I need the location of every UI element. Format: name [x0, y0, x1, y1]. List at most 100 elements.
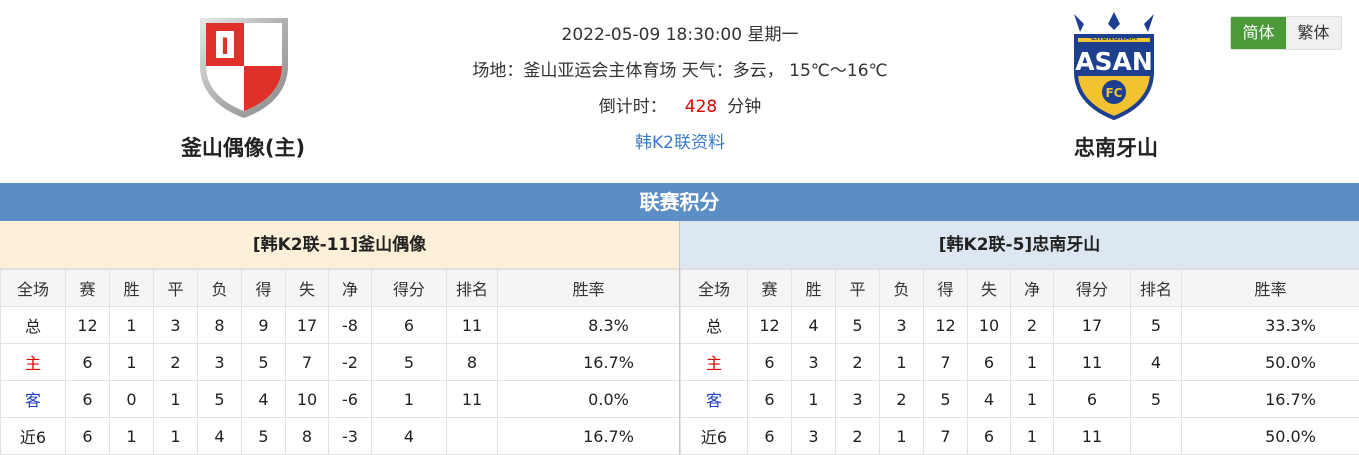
column-header: 排名: [1130, 269, 1182, 307]
row-label: 主: [680, 343, 748, 381]
table-cell: -6: [328, 380, 372, 418]
table-cell: 1: [879, 417, 924, 455]
away-team-logo[interactable]: CHUNGNAM ASAN FC: [1066, 10, 1162, 122]
table-cell: 4: [197, 417, 242, 455]
win-rate-cell: 50.0%: [1181, 417, 1359, 455]
column-header: 得: [923, 269, 968, 307]
table-cell: 8: [446, 343, 498, 381]
table-row: 总 12 1 3 8 9 17 -8 6 11 8.3%: [0, 306, 680, 344]
countdown: 倒计时： 428 分钟: [420, 92, 940, 117]
table-cell: -2: [328, 343, 372, 381]
home-standings-panel: [韩K2联-11]釜山偶像 全场 赛 胜 平 负 得 失 净 得分 排名 胜率 …: [0, 221, 680, 455]
simplified-chinese-button[interactable]: 简体: [1231, 17, 1286, 49]
venue-weather: 场地：釜山亚运会主体育场 天气：多云， 15℃～16℃: [472, 61, 888, 81]
column-header: 平: [153, 269, 198, 307]
table-cell: 4: [791, 306, 836, 344]
column-header: 排名: [446, 269, 498, 307]
column-header: 赛: [65, 269, 110, 307]
table-cell: 1: [153, 380, 198, 418]
table-header-row: 全场 赛 胜 平 负 得 失 净 得分 排名 胜率: [680, 269, 1359, 307]
column-header: 胜率: [497, 269, 680, 307]
table-cell: 7: [923, 343, 968, 381]
row-label: 客: [680, 380, 748, 418]
table-cell: 1: [371, 380, 447, 418]
table-cell: 12: [65, 306, 110, 344]
table-cell: 2: [1010, 306, 1054, 344]
column-header: 胜: [791, 269, 836, 307]
row-label: 近6: [0, 417, 66, 455]
table-cell: 10: [285, 380, 329, 418]
table-cell: [446, 417, 498, 455]
away-standings-panel: [韩K2联-5]忠南牙山 全场 赛 胜 平 负 得 失 净 得分 排名 胜率 总: [680, 221, 1359, 455]
table-cell: 3: [153, 306, 198, 344]
table-cell: 4: [241, 380, 286, 418]
win-rate-cell: 33.3%: [1181, 306, 1359, 344]
column-header: 得: [241, 269, 286, 307]
match-datetime: 2022-05-09 18:30:00 星期一: [561, 25, 799, 45]
table-cell: 8: [285, 417, 329, 455]
column-header: 净: [1010, 269, 1054, 307]
table-cell: 5: [241, 343, 286, 381]
traditional-chinese-button[interactable]: 繁体: [1286, 17, 1341, 49]
table-cell: 11: [1053, 417, 1131, 455]
table-cell: 2: [835, 343, 880, 381]
column-header: 赛: [747, 269, 792, 307]
table-cell: 12: [747, 306, 792, 344]
language-switch: 简体 繁体: [1230, 16, 1342, 50]
table-cell: 6: [371, 306, 447, 344]
table-row: 近6 6 1 1 4 5 8 -3 4 16.7%: [0, 417, 680, 455]
win-rate-cell: 16.7%: [497, 343, 680, 381]
table-cell: 4: [967, 380, 1011, 418]
table-cell: 6: [65, 380, 110, 418]
table-cell: 5: [371, 343, 447, 381]
row-label: 总: [0, 306, 66, 344]
table-cell: 6: [967, 417, 1011, 455]
table-cell: 2: [835, 417, 880, 455]
row-label: 主: [0, 343, 66, 381]
win-rate-cell: 50.0%: [1181, 343, 1359, 381]
table-cell: 3: [879, 306, 924, 344]
table-cell: 5: [1130, 380, 1182, 418]
table-row: 近6 6 3 2 1 7 6 1 11 50.0%: [680, 417, 1359, 455]
table-cell: 5: [197, 380, 242, 418]
table-cell: 11: [446, 380, 498, 418]
column-header: 全场: [680, 269, 748, 307]
svg-text:CHUNGNAM: CHUNGNAM: [1091, 34, 1138, 42]
win-rate-cell: 16.7%: [497, 417, 680, 455]
countdown-value: 428: [684, 97, 718, 117]
table-cell: 2: [879, 380, 924, 418]
column-header: 平: [835, 269, 880, 307]
column-header: 全场: [0, 269, 66, 307]
column-header: 得分: [371, 269, 447, 307]
table-cell: 5: [923, 380, 968, 418]
table-cell: 1: [879, 343, 924, 381]
win-rate-cell: 0.0%: [497, 380, 680, 418]
row-label: 客: [0, 380, 66, 418]
league-info-link[interactable]: 韩K2联资料: [420, 128, 940, 153]
away-team-name[interactable]: 忠南牙山: [1006, 132, 1226, 162]
column-header: 胜: [109, 269, 154, 307]
table-cell: 1: [791, 380, 836, 418]
home-standings-table: 全场 赛 胜 平 负 得 失 净 得分 排名 胜率 总 12 1 3 8 9 1: [0, 269, 680, 455]
table-row: 客 6 1 3 2 5 4 1 6 5 16.7%: [680, 380, 1359, 418]
table-cell: 6: [65, 417, 110, 455]
column-header: 失: [967, 269, 1011, 307]
table-header-row: 全场 赛 胜 平 负 得 失 净 得分 排名 胜率: [0, 269, 680, 307]
svg-text:I: I: [221, 35, 229, 60]
table-cell: 7: [923, 417, 968, 455]
svg-text:ASAN: ASAN: [1075, 47, 1153, 76]
table-cell: [1130, 417, 1182, 455]
table-cell: 11: [446, 306, 498, 344]
home-team-name[interactable]: 釜山偶像(主): [133, 132, 353, 162]
table-cell: 1: [109, 306, 154, 344]
table-cell: 2: [153, 343, 198, 381]
shield-icon: I: [200, 18, 288, 118]
column-header: 失: [285, 269, 329, 307]
table-row: 主 6 1 2 3 5 7 -2 5 8 16.7%: [0, 343, 680, 381]
table-cell: 1: [109, 343, 154, 381]
away-standings-title: [韩K2联-5]忠南牙山: [680, 221, 1359, 269]
table-cell: 0: [109, 380, 154, 418]
svg-text:FC: FC: [1105, 86, 1122, 100]
home-team-logo[interactable]: I: [196, 14, 292, 120]
table-cell: 3: [835, 380, 880, 418]
